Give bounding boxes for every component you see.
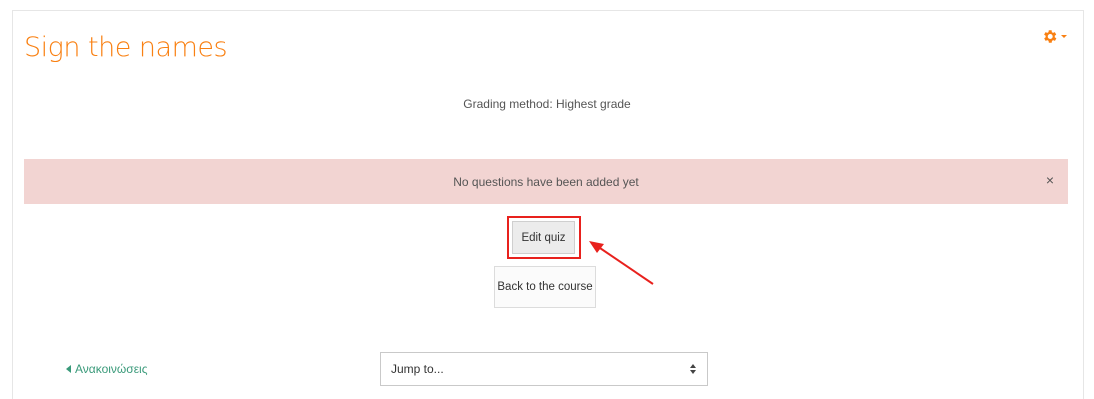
jump-to-select[interactable]: Jump to... (380, 352, 708, 386)
grading-method-text: Grading method: Highest grade (463, 97, 631, 111)
previous-activity-link[interactable]: Ανακοινώσεις (66, 362, 148, 376)
updown-icon (690, 364, 696, 374)
page-title: Sign the names (24, 32, 228, 63)
alert-message: No questions have been added yet (453, 174, 639, 189)
triangle-left-icon (66, 365, 71, 373)
quiz-card (12, 10, 1084, 399)
back-to-course-button[interactable]: Back to the course (494, 266, 596, 308)
close-icon[interactable]: × (1046, 172, 1054, 188)
edit-quiz-button[interactable]: Edit quiz (512, 221, 575, 254)
settings-menu[interactable] (1041, 26, 1071, 46)
jump-to-value: Jump to... (391, 362, 444, 376)
gear-icon (1044, 29, 1057, 43)
no-questions-alert: No questions have been added yet × (24, 159, 1068, 204)
chevron-down-icon (1061, 34, 1067, 38)
page: Sign the names Grading method: Highest g… (0, 0, 1094, 399)
previous-activity-label: Ανακοινώσεις (75, 362, 148, 376)
